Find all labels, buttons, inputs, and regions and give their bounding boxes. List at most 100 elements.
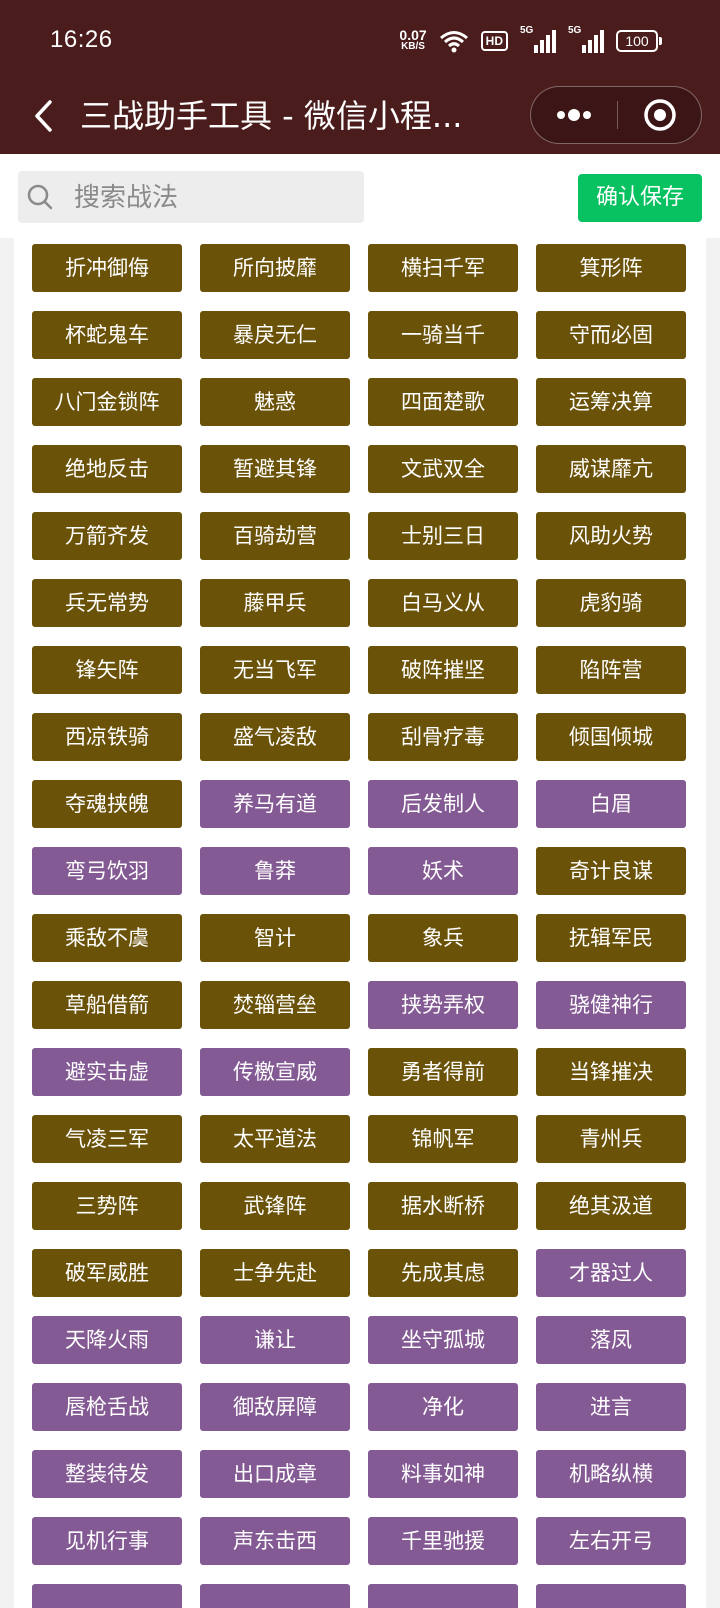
skill-button[interactable]: 谦让 bbox=[200, 1316, 350, 1364]
skill-button[interactable]: 焚辎营垒 bbox=[200, 981, 350, 1029]
skill-button[interactable]: 妖术 bbox=[368, 847, 518, 895]
skill-button[interactable]: 万箭齐发 bbox=[32, 512, 182, 560]
skill-button[interactable] bbox=[32, 1584, 182, 1608]
more-button[interactable] bbox=[531, 87, 617, 143]
skill-button[interactable]: 横扫千军 bbox=[368, 244, 518, 292]
skill-button[interactable]: 盛气凌敌 bbox=[200, 713, 350, 761]
skill-button[interactable]: 青州兵 bbox=[536, 1115, 686, 1163]
skill-button[interactable]: 后发制人 bbox=[368, 780, 518, 828]
skill-button[interactable]: 太平道法 bbox=[200, 1115, 350, 1163]
status-bar: 16:26 0.07 KB/S HD 5G 5G 100 bbox=[0, 0, 720, 80]
skill-button[interactable]: 虎豹骑 bbox=[536, 579, 686, 627]
signal-label: 5G bbox=[568, 25, 582, 36]
skill-button[interactable]: 气凌三军 bbox=[32, 1115, 182, 1163]
skill-button[interactable]: 刮骨疗毒 bbox=[368, 713, 518, 761]
confirm-save-button[interactable]: 确认保存 bbox=[578, 174, 702, 222]
skill-button[interactable]: 奇计良谋 bbox=[536, 847, 686, 895]
skill-button[interactable]: 机略纵横 bbox=[536, 1450, 686, 1498]
skill-button[interactable]: 倾国倾城 bbox=[536, 713, 686, 761]
search-box[interactable] bbox=[18, 171, 364, 223]
skill-button[interactable]: 士争先赴 bbox=[200, 1249, 350, 1297]
skill-button[interactable]: 据水断桥 bbox=[368, 1182, 518, 1230]
skill-button[interactable]: 折冲御侮 bbox=[32, 244, 182, 292]
skill-button[interactable]: 唇枪舌战 bbox=[32, 1383, 182, 1431]
skill-button[interactable]: 鲁莽 bbox=[200, 847, 350, 895]
skill-button[interactable]: 破军威胜 bbox=[32, 1249, 182, 1297]
skill-button[interactable]: 夺魂挟魄 bbox=[32, 780, 182, 828]
skill-button[interactable]: 才器过人 bbox=[536, 1249, 686, 1297]
skill-button[interactable]: 智计 bbox=[200, 914, 350, 962]
skill-button[interactable]: 整装待发 bbox=[32, 1450, 182, 1498]
skill-button[interactable]: 八门金锁阵 bbox=[32, 378, 182, 426]
skill-button[interactable]: 风助火势 bbox=[536, 512, 686, 560]
skill-button[interactable]: 御敌屏障 bbox=[200, 1383, 350, 1431]
wifi-icon bbox=[439, 31, 468, 53]
skill-button[interactable]: 先成其虑 bbox=[368, 1249, 518, 1297]
target-close-icon bbox=[644, 99, 676, 131]
back-button[interactable] bbox=[28, 98, 64, 134]
skill-button[interactable]: 箕形阵 bbox=[536, 244, 686, 292]
battery-level: 100 bbox=[616, 30, 658, 52]
skill-button[interactable]: 兵无常势 bbox=[32, 579, 182, 627]
skill-button[interactable]: 无当飞军 bbox=[200, 646, 350, 694]
skill-button[interactable]: 避实击虚 bbox=[32, 1048, 182, 1096]
skill-button[interactable]: 左右开弓 bbox=[536, 1517, 686, 1565]
skill-button[interactable]: 千里驰援 bbox=[368, 1517, 518, 1565]
skill-button[interactable] bbox=[368, 1584, 518, 1608]
skill-button[interactable]: 暴戾无仁 bbox=[200, 311, 350, 359]
skill-button[interactable]: 绝地反击 bbox=[32, 445, 182, 493]
skill-button[interactable] bbox=[536, 1584, 686, 1608]
close-miniprogram-button[interactable] bbox=[618, 87, 702, 143]
skill-button[interactable]: 百骑劫营 bbox=[200, 512, 350, 560]
skill-button[interactable]: 坐守孤城 bbox=[368, 1316, 518, 1364]
skill-button[interactable]: 破阵摧坚 bbox=[368, 646, 518, 694]
skill-button[interactable]: 四面楚歌 bbox=[368, 378, 518, 426]
skill-button[interactable]: 出口成章 bbox=[200, 1450, 350, 1498]
skill-button[interactable]: 暂避其锋 bbox=[200, 445, 350, 493]
network-speed: 0.07 KB/S bbox=[399, 28, 426, 53]
skill-button[interactable]: 武锋阵 bbox=[200, 1182, 350, 1230]
skill-button[interactable]: 锦帆军 bbox=[368, 1115, 518, 1163]
skill-button[interactable]: 白马义从 bbox=[368, 579, 518, 627]
skill-button[interactable]: 进言 bbox=[536, 1383, 686, 1431]
skill-button[interactable]: 抚辑军民 bbox=[536, 914, 686, 962]
skill-button[interactable]: 见机行事 bbox=[32, 1517, 182, 1565]
skill-button[interactable]: 乘敌不虞 bbox=[32, 914, 182, 962]
skill-button[interactable]: 杯蛇鬼车 bbox=[32, 311, 182, 359]
skill-button[interactable]: 白眉 bbox=[536, 780, 686, 828]
chevron-left-icon bbox=[35, 100, 52, 132]
skill-grid: 折冲御侮 所向披靡 横扫千军 箕形阵杯蛇鬼车 暴戾无仁 一骑当千 守而必固八门金锁阵 魅惑 四面… bbox=[32, 244, 688, 1608]
skill-button[interactable]: 草船借箭 bbox=[32, 981, 182, 1029]
skill-button[interactable]: 绝其汲道 bbox=[536, 1182, 686, 1230]
skill-button[interactable]: 陷阵营 bbox=[536, 646, 686, 694]
search-input[interactable] bbox=[72, 177, 356, 219]
skill-button[interactable]: 三势阵 bbox=[32, 1182, 182, 1230]
skill-button[interactable]: 骁健神行 bbox=[536, 981, 686, 1029]
skill-button[interactable]: 挟势弄权 bbox=[368, 981, 518, 1029]
skill-button[interactable]: 落凤 bbox=[536, 1316, 686, 1364]
skill-button[interactable]: 运筹决算 bbox=[536, 378, 686, 426]
skill-button[interactable]: 勇者得前 bbox=[368, 1048, 518, 1096]
skill-button[interactable]: 当锋摧决 bbox=[536, 1048, 686, 1096]
skill-button[interactable]: 养马有道 bbox=[200, 780, 350, 828]
skill-button[interactable]: 料事如神 bbox=[368, 1450, 518, 1498]
skill-button[interactable]: 一骑当千 bbox=[368, 311, 518, 359]
signal-icon: 5G bbox=[568, 25, 604, 53]
skill-button[interactable]: 净化 bbox=[368, 1383, 518, 1431]
skill-button[interactable]: 士别三日 bbox=[368, 512, 518, 560]
skill-button[interactable] bbox=[200, 1584, 350, 1608]
skill-button[interactable]: 魅惑 bbox=[200, 378, 350, 426]
skill-button[interactable]: 锋矢阵 bbox=[32, 646, 182, 694]
skill-button[interactable]: 所向披靡 bbox=[200, 244, 350, 292]
skill-button[interactable]: 西凉铁骑 bbox=[32, 713, 182, 761]
skill-list-area[interactable]: 折冲御侮 所向披靡 横扫千军 箕形阵杯蛇鬼车 暴戾无仁 一骑当千 守而必固八门金锁阵 魅惑 四面… bbox=[0, 238, 720, 1608]
skill-button[interactable]: 藤甲兵 bbox=[200, 579, 350, 627]
skill-button[interactable]: 天降火雨 bbox=[32, 1316, 182, 1364]
skill-button[interactable]: 威谋靡亢 bbox=[536, 445, 686, 493]
skill-button[interactable]: 象兵 bbox=[368, 914, 518, 962]
skill-button[interactable]: 传檄宣威 bbox=[200, 1048, 350, 1096]
skill-button[interactable]: 守而必固 bbox=[536, 311, 686, 359]
skill-button[interactable]: 弯弓饮羽 bbox=[32, 847, 182, 895]
skill-button[interactable]: 文武双全 bbox=[368, 445, 518, 493]
skill-button[interactable]: 声东击西 bbox=[200, 1517, 350, 1565]
